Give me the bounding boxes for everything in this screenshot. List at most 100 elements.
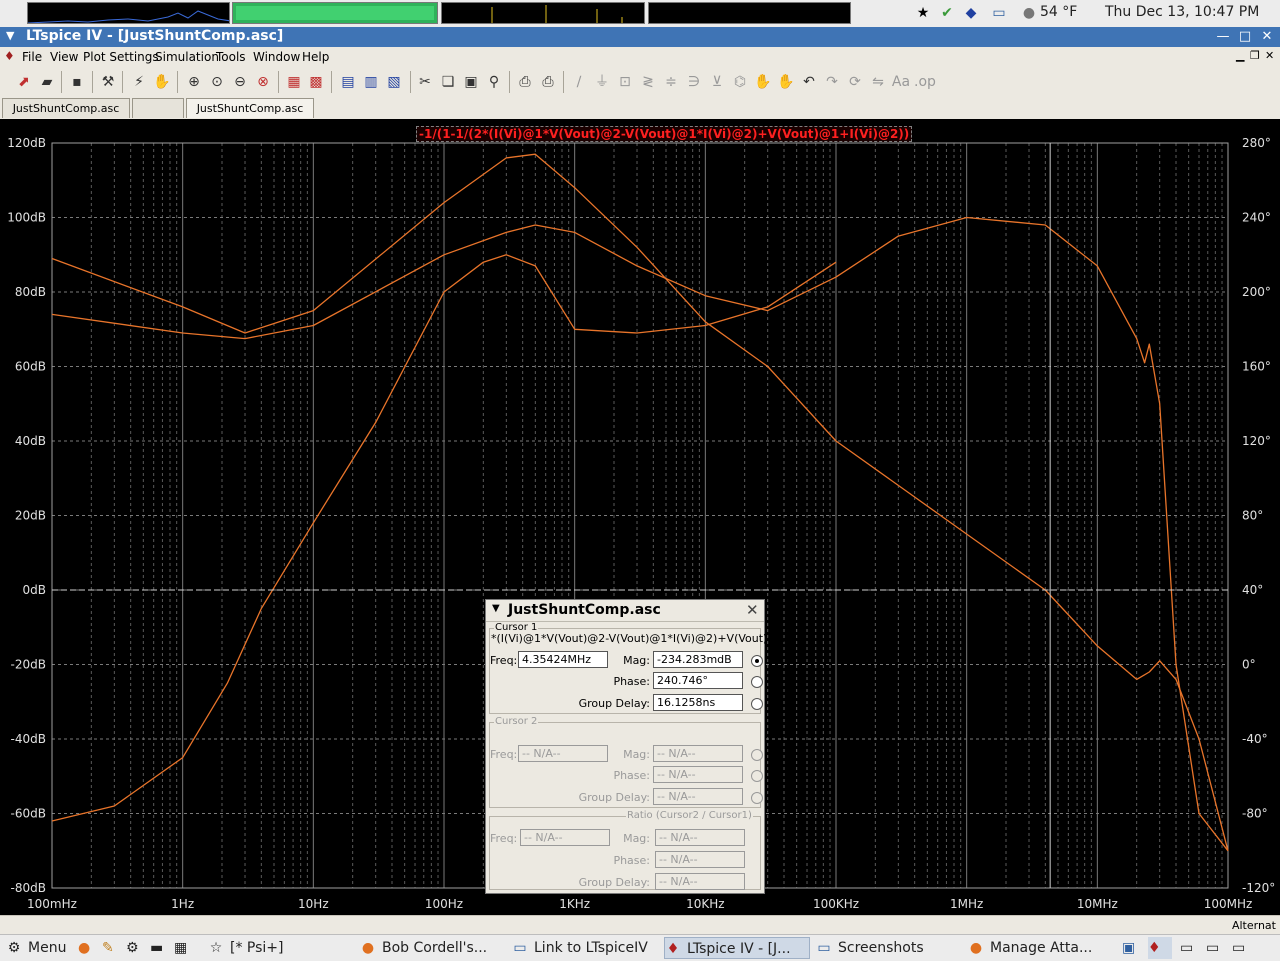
delete-trace-icon[interactable]: ▩ (306, 72, 326, 92)
x-axis-tick-label: 100Hz (425, 897, 463, 911)
editor-launcher-icon[interactable]: ✎ (102, 937, 122, 959)
workspace-1-icon[interactable]: ▣ (1122, 937, 1142, 959)
save-icon[interactable]: ▪ (67, 72, 87, 92)
cut-icon[interactable]: ✂ (415, 72, 435, 92)
workspace-4-icon[interactable]: ▭ (1206, 937, 1226, 959)
mdi-restore-icon[interactable]: ❐ (1250, 49, 1260, 62)
clock[interactable]: Thu Dec 13, 10:47 PM (1105, 4, 1259, 20)
group-delay-radio[interactable] (751, 698, 763, 710)
task-ltspice[interactable]: ♦ LTspice IV - [J... (664, 937, 810, 959)
close-button[interactable]: ✕ (1258, 27, 1276, 47)
memory-monitor[interactable] (232, 2, 438, 24)
new-schematic-icon[interactable]: ⬈ (14, 72, 34, 92)
paste-icon[interactable]: ▣ (461, 72, 481, 92)
start-menu-button[interactable]: ⚙ Menu (6, 937, 76, 959)
task-screenshots[interactable]: ▭ Screenshots (816, 937, 962, 959)
open-icon[interactable]: ▰ (37, 72, 57, 92)
autorange-icon[interactable]: ▦ (284, 72, 304, 92)
trace-expression[interactable]: -1/(1-1/(2*(I(Vi)@1*V(Vout)@2-V(Vout)@1*… (416, 126, 913, 142)
ground-icon[interactable]: ⏚ (592, 72, 612, 92)
tile-vertical-icon[interactable]: ▧ (384, 72, 404, 92)
window-titlebar[interactable]: ▼ LTspice IV - [JustShuntComp.asc] — □ ✕ (0, 27, 1280, 47)
workspace-2-icon[interactable]: ♦ (1148, 937, 1172, 959)
mirror-icon[interactable]: ⇋ (868, 72, 888, 92)
menu-tools[interactable]: Tools (216, 50, 246, 64)
left-axis-tick-label: 0dB (23, 583, 46, 597)
disk-monitor[interactable] (648, 2, 851, 24)
mag-field[interactable]: -234.283mdB (653, 651, 743, 668)
zoom-in-icon[interactable]: ⊕ (184, 72, 204, 92)
print-icon[interactable]: ⎙ (538, 72, 558, 92)
pan-icon[interactable]: ⊙ (207, 72, 227, 92)
label-net-icon[interactable]: ⊡ (615, 72, 635, 92)
menu-help[interactable]: Help (302, 50, 329, 64)
dialog-menu-icon[interactable]: ▼ (492, 603, 500, 614)
toolbar-separator (92, 71, 93, 93)
menu-simulation[interactable]: Simulation (155, 50, 219, 64)
update-shield-icon[interactable]: ✔ (938, 4, 956, 22)
network-applet-icon[interactable]: ◆ (962, 4, 980, 22)
run-icon[interactable]: ⚡ (129, 72, 149, 92)
spice-directive-icon[interactable]: .op (914, 72, 936, 92)
copy-icon[interactable]: ❏ (438, 72, 458, 92)
zoom-out-icon[interactable]: ⊖ (230, 72, 250, 92)
phase-radio[interactable] (751, 676, 763, 688)
inductor-icon[interactable]: ∋ (684, 72, 704, 92)
terminal-launcher-icon[interactable]: ▬ (150, 937, 170, 959)
mag-radio[interactable] (751, 655, 763, 667)
rotate-icon[interactable]: ⟳ (845, 72, 865, 92)
text-icon[interactable]: Aa (891, 72, 911, 92)
drag-icon[interactable]: ✋ (776, 72, 796, 92)
resistor-icon[interactable]: ≷ (638, 72, 658, 92)
tile-horizontal-icon[interactable]: ▤ (338, 72, 358, 92)
ltspice-app-icon[interactable]: ♦ (4, 49, 15, 63)
minimize-button[interactable]: — (1214, 27, 1232, 47)
freq-field[interactable]: 4.35424MHz (518, 651, 608, 668)
wire-icon[interactable]: ∕ (569, 72, 589, 92)
dialog-titlebar[interactable]: ▼ JustShuntComp.asc ✕ (486, 600, 764, 622)
undo-icon[interactable]: ↶ (799, 72, 819, 92)
control-panel-icon[interactable]: ⚒ (98, 72, 118, 92)
display-icon[interactable]: ▭ (990, 4, 1008, 22)
menu-file[interactable]: File (22, 50, 42, 64)
weather-temp[interactable]: 54 °F (1040, 4, 1077, 20)
workspace-3-icon[interactable]: ▭ (1180, 937, 1200, 959)
maximize-button[interactable]: □ (1236, 27, 1254, 47)
cursor-dialog[interactable]: ▼ JustShuntComp.asc ✕ Cursor 1 *(I(Vi)@1… (485, 599, 785, 894)
task-psi[interactable]: ☆ [* Psi+] (208, 937, 354, 959)
halt-icon[interactable]: ✋ (152, 72, 172, 92)
task-firefox-cordell[interactable]: ● Bob Cordell's... (360, 937, 506, 959)
workspace-5-icon[interactable]: ▭ (1232, 937, 1252, 959)
phase-field[interactable]: 240.746° (653, 672, 743, 689)
tab-schematic[interactable]: JustShuntComp.asc (2, 98, 130, 118)
find-icon[interactable]: ⚲ (484, 72, 504, 92)
window-menu-icon[interactable]: ▼ (6, 29, 14, 42)
redo-icon[interactable]: ↷ (822, 72, 842, 92)
network-monitor[interactable] (441, 2, 645, 24)
diode-icon[interactable]: ⊻ (707, 72, 727, 92)
zoom-fit-icon[interactable]: ⊗ (253, 72, 273, 92)
task-manage-attachments[interactable]: ● Manage Atta... (968, 937, 1108, 959)
firefox-launcher-icon[interactable]: ● (78, 937, 98, 959)
x-axis-tick-label: 100KHz (813, 897, 859, 911)
settings-launcher-icon[interactable]: ⚙ (126, 937, 146, 959)
mdi-minimize-icon[interactable]: ▁ (1236, 49, 1244, 62)
cascade-icon[interactable]: ▥ (361, 72, 381, 92)
calculator-launcher-icon[interactable]: ▦ (174, 937, 194, 959)
star-applet-icon[interactable]: ★ (914, 4, 932, 22)
weather-icon[interactable]: ● (1020, 4, 1038, 22)
component-icon[interactable]: ⌬ (730, 72, 750, 92)
print-preview-icon[interactable]: ⎙ (515, 72, 535, 92)
tab-blank[interactable] (132, 98, 184, 118)
cpu-monitor[interactable] (27, 2, 230, 24)
capacitor-icon[interactable]: ≑ (661, 72, 681, 92)
menu-window[interactable]: Window (253, 50, 300, 64)
menu-plot-settings[interactable]: Plot Settings (83, 50, 159, 64)
dialog-close-icon[interactable]: ✕ (746, 601, 759, 619)
move-icon[interactable]: ✋ (753, 72, 773, 92)
menu-view[interactable]: View (50, 50, 78, 64)
mdi-close-icon[interactable]: ✕ (1265, 49, 1274, 62)
group-delay-field[interactable]: 16.1258ns (653, 694, 743, 711)
tab-waveform[interactable]: JustShuntComp.asc (186, 98, 314, 118)
task-link-ltspice[interactable]: ▭ Link to LTspiceIV (512, 937, 658, 959)
